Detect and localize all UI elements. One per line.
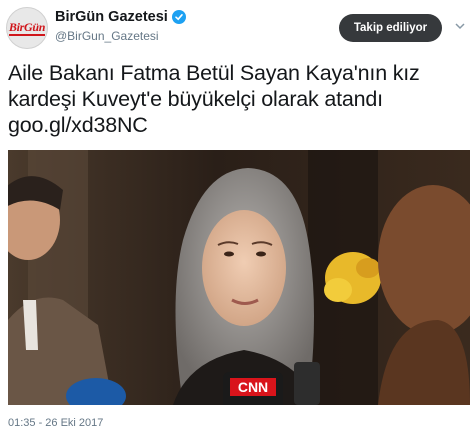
tweet-link[interactable]: goo.gl/xd38NC [8,113,148,137]
tweet-text-line-1: Aile Bakanı Fatma Betül Sayan Kaya'nın k… [8,61,420,85]
avatar[interactable]: BirGün [6,7,48,49]
tweet-photo[interactable]: CNN [8,150,470,405]
account-name-row[interactable]: BirGün Gazetesi [55,9,186,25]
birgun-logo: BirGün [8,19,46,36]
cnn-microphone-logo: CNN [238,379,268,395]
display-name[interactable]: BirGün Gazetesi [55,9,168,25]
account-handle[interactable]: @BirGun_Gazetesi [55,29,159,43]
tweet-text-line-2: kardeşi Kuveyt'e büyükelçi olarak atandı [8,87,383,111]
tweet-text: Aile Bakanı Fatma Betül Sayan Kaya'nın k… [8,60,468,138]
following-button[interactable]: Takip ediliyor [339,14,442,42]
chevron-down-icon[interactable] [455,21,465,31]
tweet-timestamp[interactable]: 01:35 - 26 Eki 2017 [8,417,103,429]
verified-badge-icon [171,10,186,24]
